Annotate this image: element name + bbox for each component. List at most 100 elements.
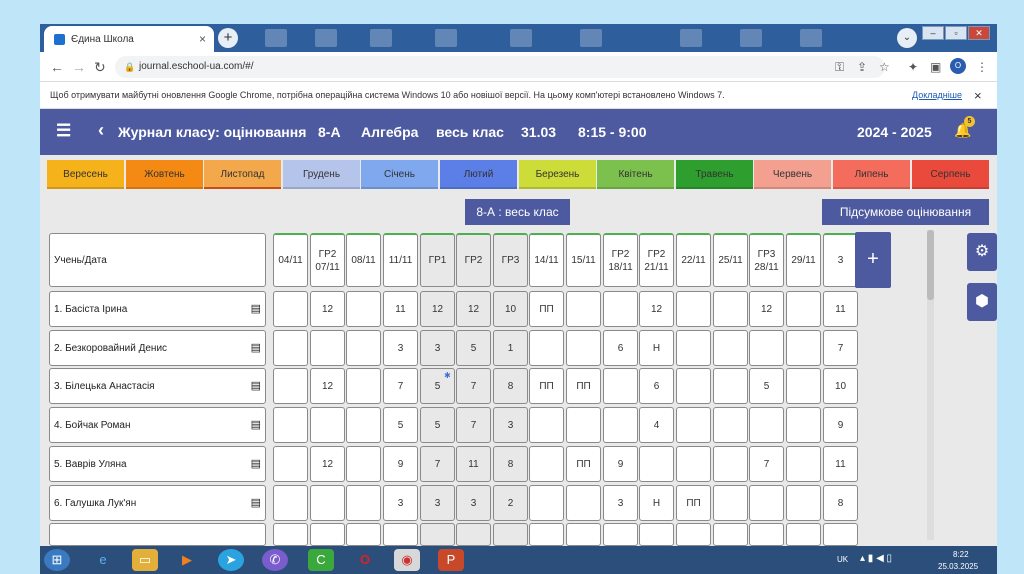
grade-cell[interactable]: 12	[310, 291, 345, 327]
grade-cell[interactable]	[786, 485, 821, 521]
grade-cell[interactable]	[639, 446, 674, 482]
grade-cell[interactable]: 9	[823, 407, 858, 443]
date-column-header[interactable]: 15/11	[566, 233, 601, 287]
opera-icon[interactable]: O	[352, 549, 378, 571]
grade-cell[interactable]: 3	[383, 330, 418, 366]
grade-cell[interactable]	[273, 291, 308, 327]
grade-cell[interactable]: ПП	[566, 368, 601, 404]
maximize-button[interactable]: ▫	[945, 26, 967, 40]
grade-cell[interactable]	[529, 446, 564, 482]
grade-cell[interactable]	[346, 407, 381, 443]
grade-cell[interactable]	[346, 291, 381, 327]
student-card-icon[interactable]: ▤	[251, 457, 261, 471]
grade-cell[interactable]	[749, 523, 784, 546]
grade-cell[interactable]: 8	[823, 485, 858, 521]
grade-cell[interactable]: 3	[493, 407, 528, 443]
grade-cell[interactable]	[713, 446, 748, 482]
start-button[interactable]: ⊞	[44, 549, 70, 571]
language-indicator[interactable]: UK	[837, 555, 848, 564]
date-column-header[interactable]: ГР3 28/11	[749, 233, 784, 287]
month-tab[interactable]: Жовтень	[126, 160, 203, 189]
month-tab[interactable]: Серпень	[912, 160, 989, 189]
grade-cell[interactable]	[676, 446, 711, 482]
grade-cell[interactable]	[786, 291, 821, 327]
grade-cell[interactable]: 11	[823, 446, 858, 482]
grade-cell[interactable]: 8	[493, 368, 528, 404]
grade-cell[interactable]	[310, 485, 345, 521]
grade-cell[interactable]	[676, 523, 711, 546]
date-column-header[interactable]: 08/11	[346, 233, 381, 287]
grade-cell[interactable]	[749, 330, 784, 366]
settings-gear-icon[interactable]: ⚙	[967, 233, 997, 271]
date-column-header[interactable]: 04/11	[273, 233, 308, 287]
export-icon[interactable]: ⬢	[967, 283, 997, 321]
grade-cell[interactable]	[346, 485, 381, 521]
grade-cell[interactable]: ПП	[566, 446, 601, 482]
month-tab[interactable]: Грудень	[283, 160, 360, 189]
grade-cell[interactable]: 6	[603, 330, 638, 366]
grade-cell[interactable]: 11	[823, 291, 858, 327]
grade-cell[interactable]	[786, 330, 821, 366]
grade-cell[interactable]	[273, 446, 308, 482]
grade-cell[interactable]: 10	[823, 368, 858, 404]
grade-cell[interactable]: 12	[749, 291, 784, 327]
date-column-header[interactable]: 22/11	[676, 233, 711, 287]
date-column-header[interactable]: ГР2	[456, 233, 491, 287]
key-icon[interactable]: ⚿	[835, 60, 844, 75]
grade-cell[interactable]	[786, 368, 821, 404]
grade-cell[interactable]	[346, 330, 381, 366]
grade-cell[interactable]: 5	[749, 368, 784, 404]
grade-cell[interactable]	[566, 523, 601, 546]
grade-cell[interactable]: 3	[456, 485, 491, 521]
grade-cell[interactable]: 6	[639, 368, 674, 404]
add-column-button[interactable]: +	[855, 232, 891, 288]
folder-icon[interactable]: ▭	[132, 549, 158, 571]
telegram-icon[interactable]: ➤	[218, 549, 244, 571]
grade-cell[interactable]: 12	[456, 291, 491, 327]
date-column-header[interactable]: ГР2 07/11	[310, 233, 345, 287]
grade-cell[interactable]	[273, 330, 308, 366]
student-card-icon[interactable]: ▤	[251, 341, 261, 355]
grade-cell[interactable]	[310, 330, 345, 366]
ie-icon[interactable]: e	[90, 549, 116, 571]
date-column-header[interactable]: 29/11	[786, 233, 821, 287]
grade-cell[interactable]	[676, 368, 711, 404]
grade-cell[interactable]: 12	[310, 446, 345, 482]
grade-cell[interactable]	[383, 523, 418, 546]
month-tab[interactable]: Червень	[754, 160, 831, 189]
date-column-header[interactable]: 3	[823, 233, 858, 287]
grade-cell[interactable]	[676, 407, 711, 443]
menu-icon[interactable]: ☰	[56, 121, 71, 141]
student-name-cell[interactable]: 3. Білецька Анастасія ▤	[49, 368, 266, 404]
grade-cell[interactable]	[273, 485, 308, 521]
grade-cell[interactable]: 9	[383, 446, 418, 482]
viber-icon[interactable]: ✆	[262, 549, 288, 571]
vertical-scrollbar[interactable]	[927, 230, 934, 540]
grade-cell[interactable]	[823, 523, 858, 546]
grade-cell[interactable]	[273, 368, 308, 404]
grade-cell[interactable]: 7	[823, 330, 858, 366]
date-column-header[interactable]: ГР2 18/11	[603, 233, 638, 287]
month-tab[interactable]: Вересень	[47, 160, 124, 189]
grade-cell[interactable]: 5	[420, 407, 455, 443]
chrome-icon[interactable]: ◉	[394, 549, 420, 571]
grade-cell[interactable]	[273, 523, 308, 546]
grade-cell[interactable]: 7	[456, 368, 491, 404]
forward-icon[interactable]: →	[72, 59, 86, 75]
notifications-bell-icon[interactable]: 🔔 5	[954, 116, 975, 139]
grade-cell[interactable]	[529, 407, 564, 443]
grade-cell[interactable]: 3	[420, 330, 455, 366]
new-tab-button[interactable]: +	[218, 28, 238, 48]
reload-icon[interactable]: ↻	[94, 59, 106, 76]
media-player-icon[interactable]: ▶	[174, 549, 200, 571]
month-tab[interactable]: Лютий	[440, 160, 517, 189]
grade-cell[interactable]	[713, 523, 748, 546]
grade-cell[interactable]	[566, 291, 601, 327]
back-chevron-icon[interactable]: ‹	[98, 120, 104, 141]
grade-cell[interactable]: 2	[493, 485, 528, 521]
student-card-icon[interactable]: ▤	[251, 302, 261, 316]
grade-cell[interactable]	[786, 446, 821, 482]
tray-icons[interactable]: ▴ ▮ ◀ ▯	[860, 553, 892, 564]
menu-dots-icon[interactable]: ⋮	[976, 60, 988, 74]
url-input[interactable]: 🔒 journal.eschool-ua.com/#/	[115, 56, 885, 78]
